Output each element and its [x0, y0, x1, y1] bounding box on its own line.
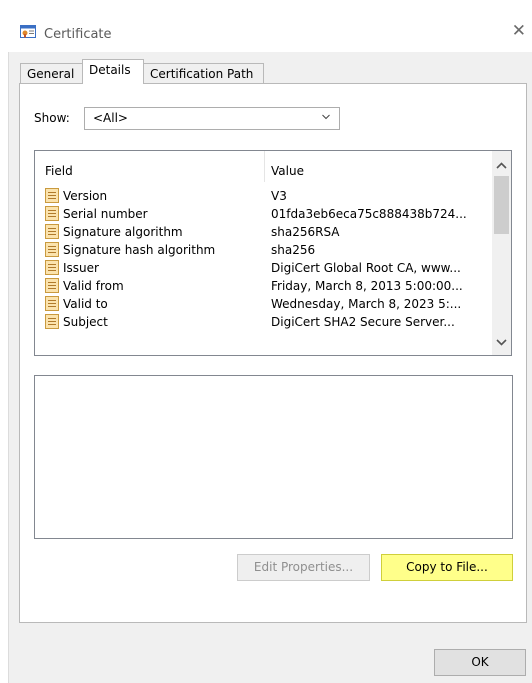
list-header: Field Value [35, 151, 491, 183]
tab-certification-path[interactable]: Certification Path [143, 63, 264, 84]
window-title: Certificate [44, 27, 112, 42]
title-bar: Certificate ✕ [8, 6, 532, 52]
edit-properties-button[interactable]: Edit Properties... [237, 554, 370, 581]
show-label: Show: [34, 111, 70, 125]
field-icon [45, 242, 59, 257]
list-row-subject[interactable]: Subject DigiCert SHA2 Secure Server... [35, 313, 491, 331]
field-name: Valid to [63, 297, 108, 311]
list-row-serial-number[interactable]: Serial number 01fda3eb6eca75c888438b724.… [35, 205, 491, 223]
list-row-version[interactable]: Version V3 [35, 187, 491, 205]
field-name: Serial number [63, 207, 148, 221]
field-name: Issuer [63, 261, 99, 275]
field-icon [45, 314, 59, 329]
scroll-down-icon[interactable] [492, 333, 511, 351]
list-row-signature-hash-algorithm[interactable]: Signature hash algorithm sha256 [35, 241, 491, 259]
field-value: Wednesday, March 8, 2023 5:... [271, 297, 462, 311]
field-icon [45, 224, 59, 239]
column-header-field[interactable]: Field [45, 164, 73, 178]
list-row-issuer[interactable]: Issuer DigiCert Global Root CA, www... [35, 259, 491, 277]
field-name: Valid from [63, 279, 124, 293]
field-value: sha256RSA [271, 225, 340, 239]
copy-to-file-button[interactable]: Copy to File... [381, 554, 513, 581]
field-name: Subject [63, 315, 108, 329]
field-icon [45, 296, 59, 311]
list-row-signature-algorithm[interactable]: Signature algorithm sha256RSA [35, 223, 491, 241]
field-value: sha256 [271, 243, 316, 257]
column-header-value[interactable]: Value [271, 164, 304, 178]
certificate-icon [20, 25, 36, 38]
field-value: DigiCert SHA2 Secure Server... [271, 315, 455, 329]
vertical-scrollbar[interactable] [492, 151, 511, 355]
field-value: V3 [271, 189, 287, 203]
ok-button[interactable]: OK [434, 649, 526, 676]
scroll-thumb[interactable] [494, 176, 509, 234]
close-icon[interactable]: ✕ [512, 23, 526, 40]
field-name: Version [63, 189, 108, 203]
column-divider[interactable] [264, 151, 265, 182]
show-dropdown[interactable]: <All> [84, 107, 340, 130]
scroll-up-icon[interactable] [492, 157, 511, 175]
field-value: Friday, March 8, 2013 5:00:00... [271, 279, 463, 293]
field-value: 01fda3eb6eca75c888438b724... [271, 207, 467, 221]
field-name: Signature algorithm [63, 225, 183, 239]
field-icon [45, 260, 59, 275]
chevron-down-icon [322, 114, 330, 120]
show-dropdown-value: <All> [93, 111, 128, 125]
value-detail-box[interactable] [34, 375, 513, 539]
list-row-valid-from[interactable]: Valid from Friday, March 8, 2013 5:00:00… [35, 277, 491, 295]
field-icon [45, 188, 59, 203]
list-row-valid-to[interactable]: Valid to Wednesday, March 8, 2023 5:... [35, 295, 491, 313]
field-icon [45, 278, 59, 293]
field-name: Signature hash algorithm [63, 243, 216, 257]
field-list[interactable]: Field Value Version V3 Serial number 01f… [34, 150, 512, 356]
tab-general[interactable]: General [20, 63, 83, 84]
field-value: DigiCert Global Root CA, www... [271, 261, 461, 275]
field-icon [45, 206, 59, 221]
tab-details[interactable]: Details [82, 59, 144, 84]
